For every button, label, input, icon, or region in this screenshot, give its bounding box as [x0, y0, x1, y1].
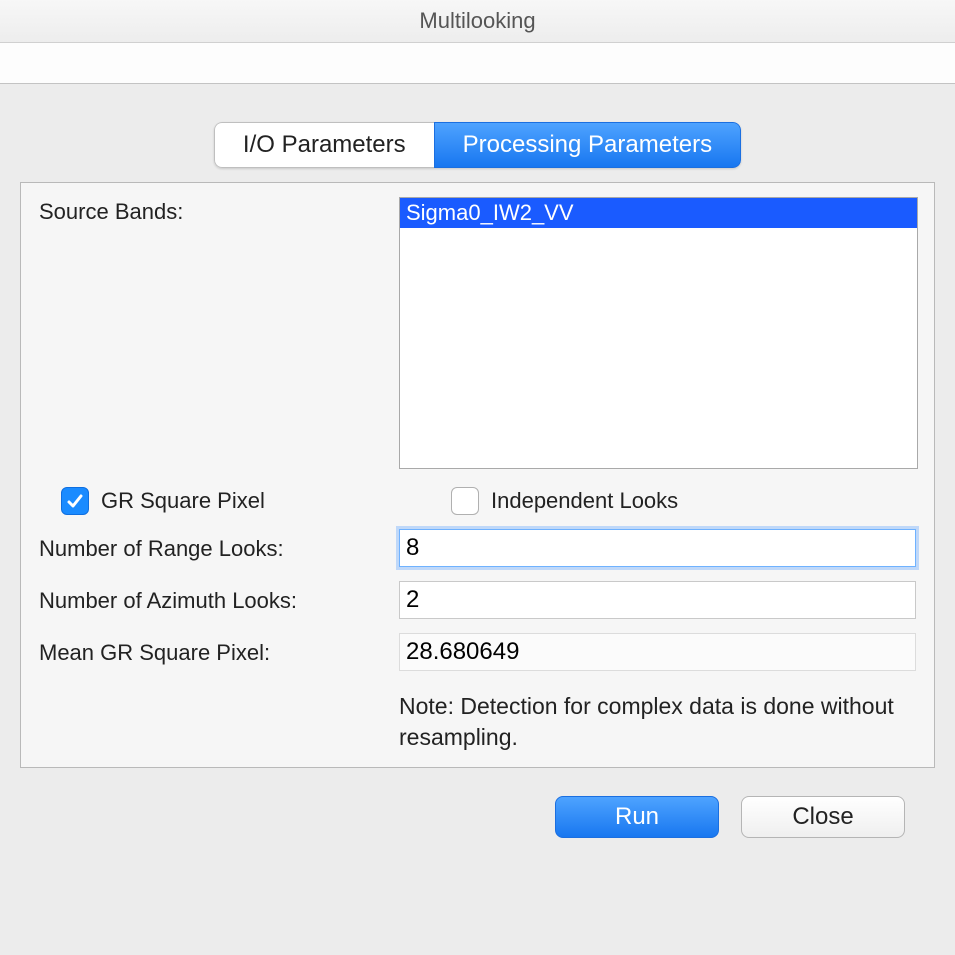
- note-text: Note: Detection for complex data is done…: [399, 691, 916, 753]
- tab-bar: I/O Parameters Processing Parameters: [20, 122, 935, 168]
- azimuth-looks-input[interactable]: [399, 581, 916, 619]
- close-button[interactable]: Close: [741, 796, 905, 838]
- source-bands-list[interactable]: Sigma0_IW2_VV: [399, 197, 918, 469]
- mean-gr-label: Mean GR Square Pixel:: [39, 638, 399, 666]
- tab-processing-parameters[interactable]: Processing Parameters: [434, 122, 741, 168]
- independent-looks-checkbox[interactable]: [451, 487, 479, 515]
- azimuth-looks-label: Number of Azimuth Looks:: [39, 586, 399, 614]
- source-bands-label: Source Bands:: [39, 197, 399, 225]
- independent-looks-label: Independent Looks: [491, 488, 678, 514]
- tab-io-parameters[interactable]: I/O Parameters: [214, 122, 434, 168]
- window-title: Multilooking: [0, 0, 955, 43]
- gr-square-pixel-label: GR Square Pixel: [101, 488, 265, 514]
- run-button[interactable]: Run: [555, 796, 719, 838]
- range-looks-input[interactable]: [399, 529, 916, 567]
- range-looks-label: Number of Range Looks:: [39, 534, 399, 562]
- processing-panel: Source Bands: Sigma0_IW2_VV GR Square Pi…: [20, 182, 935, 768]
- gr-square-pixel-checkbox[interactable]: [61, 487, 89, 515]
- toolbar-strip: [0, 43, 955, 84]
- source-band-item[interactable]: Sigma0_IW2_VV: [400, 198, 917, 228]
- mean-gr-input[interactable]: [399, 633, 916, 671]
